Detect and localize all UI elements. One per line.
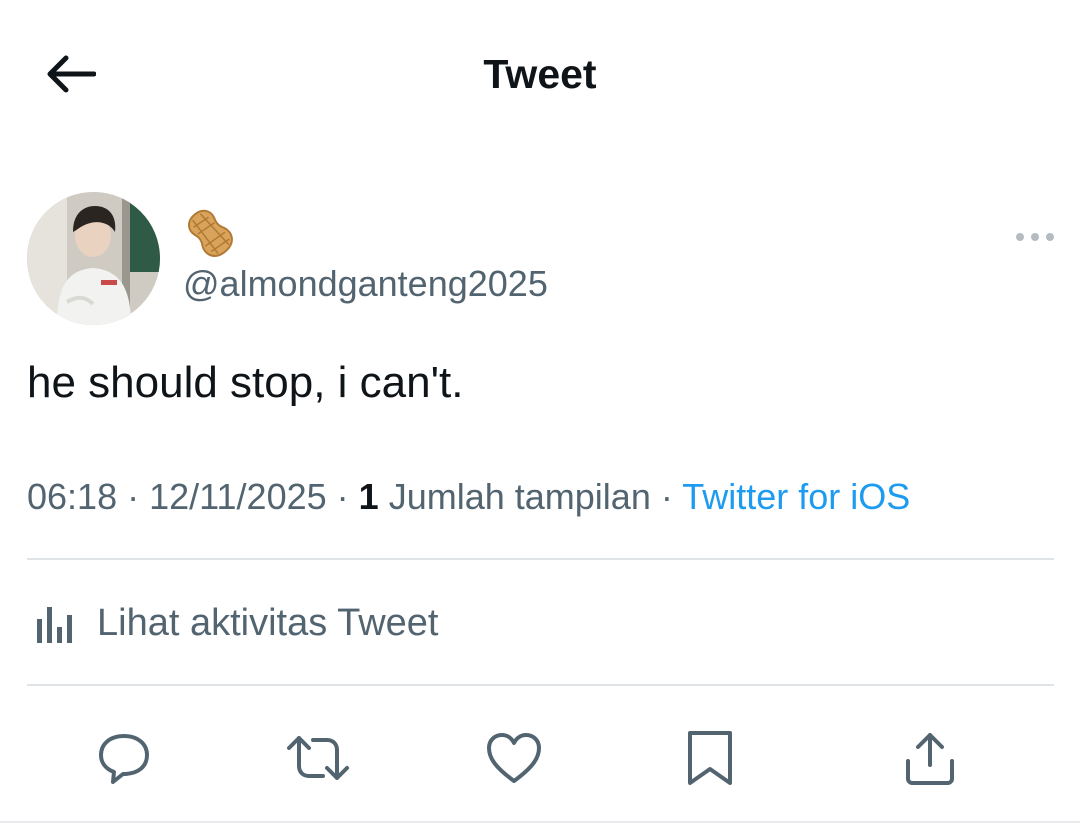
bookmark-icon xyxy=(688,731,732,785)
tweet-activity-link[interactable]: Lihat aktivitas Tweet xyxy=(27,588,438,658)
tweet-text: he should stop, i can't. xyxy=(27,358,464,407)
divider xyxy=(27,684,1054,686)
reply-button[interactable] xyxy=(84,718,164,798)
views-count: 1 xyxy=(358,476,379,517)
tweet-time: 06:18 xyxy=(27,476,118,517)
tweet-actions xyxy=(0,718,1080,798)
share-button[interactable] xyxy=(890,718,970,798)
activity-label: Lihat aktivitas Tweet xyxy=(97,602,439,644)
reply-icon xyxy=(99,734,149,784)
share-icon xyxy=(906,733,954,785)
meta-separator: · xyxy=(660,476,673,517)
tweet-date: 12/11/2025 xyxy=(149,476,327,517)
more-dots-icon xyxy=(1016,233,1054,241)
avatar[interactable] xyxy=(27,192,160,325)
peanut-emoji-icon xyxy=(187,209,233,257)
meta-separator: · xyxy=(336,476,349,517)
top-bar: Tweet xyxy=(0,0,1080,150)
tweet-meta: 06:18 · 12/11/2025 · 1 Jumlah tampilan ·… xyxy=(27,474,910,520)
page-title: Tweet xyxy=(483,51,597,97)
divider xyxy=(27,558,1054,560)
meta-separator: · xyxy=(127,476,140,517)
heart-icon xyxy=(487,733,541,783)
tweet-source-link[interactable]: Twitter for iOS xyxy=(682,476,910,517)
retweet-icon xyxy=(287,736,349,780)
profile-photo xyxy=(27,192,160,325)
bar-chart-icon xyxy=(37,607,72,643)
author-display-name[interactable] xyxy=(183,206,237,260)
retweet-button[interactable] xyxy=(278,718,358,798)
views-label: Jumlah tampilan xyxy=(388,476,651,517)
like-button[interactable] xyxy=(474,718,554,798)
bookmark-button[interactable] xyxy=(670,718,750,798)
more-options-button[interactable] xyxy=(1010,222,1060,252)
author-handle[interactable]: @almondganteng2025 xyxy=(183,262,548,306)
bottom-divider xyxy=(0,821,1080,823)
